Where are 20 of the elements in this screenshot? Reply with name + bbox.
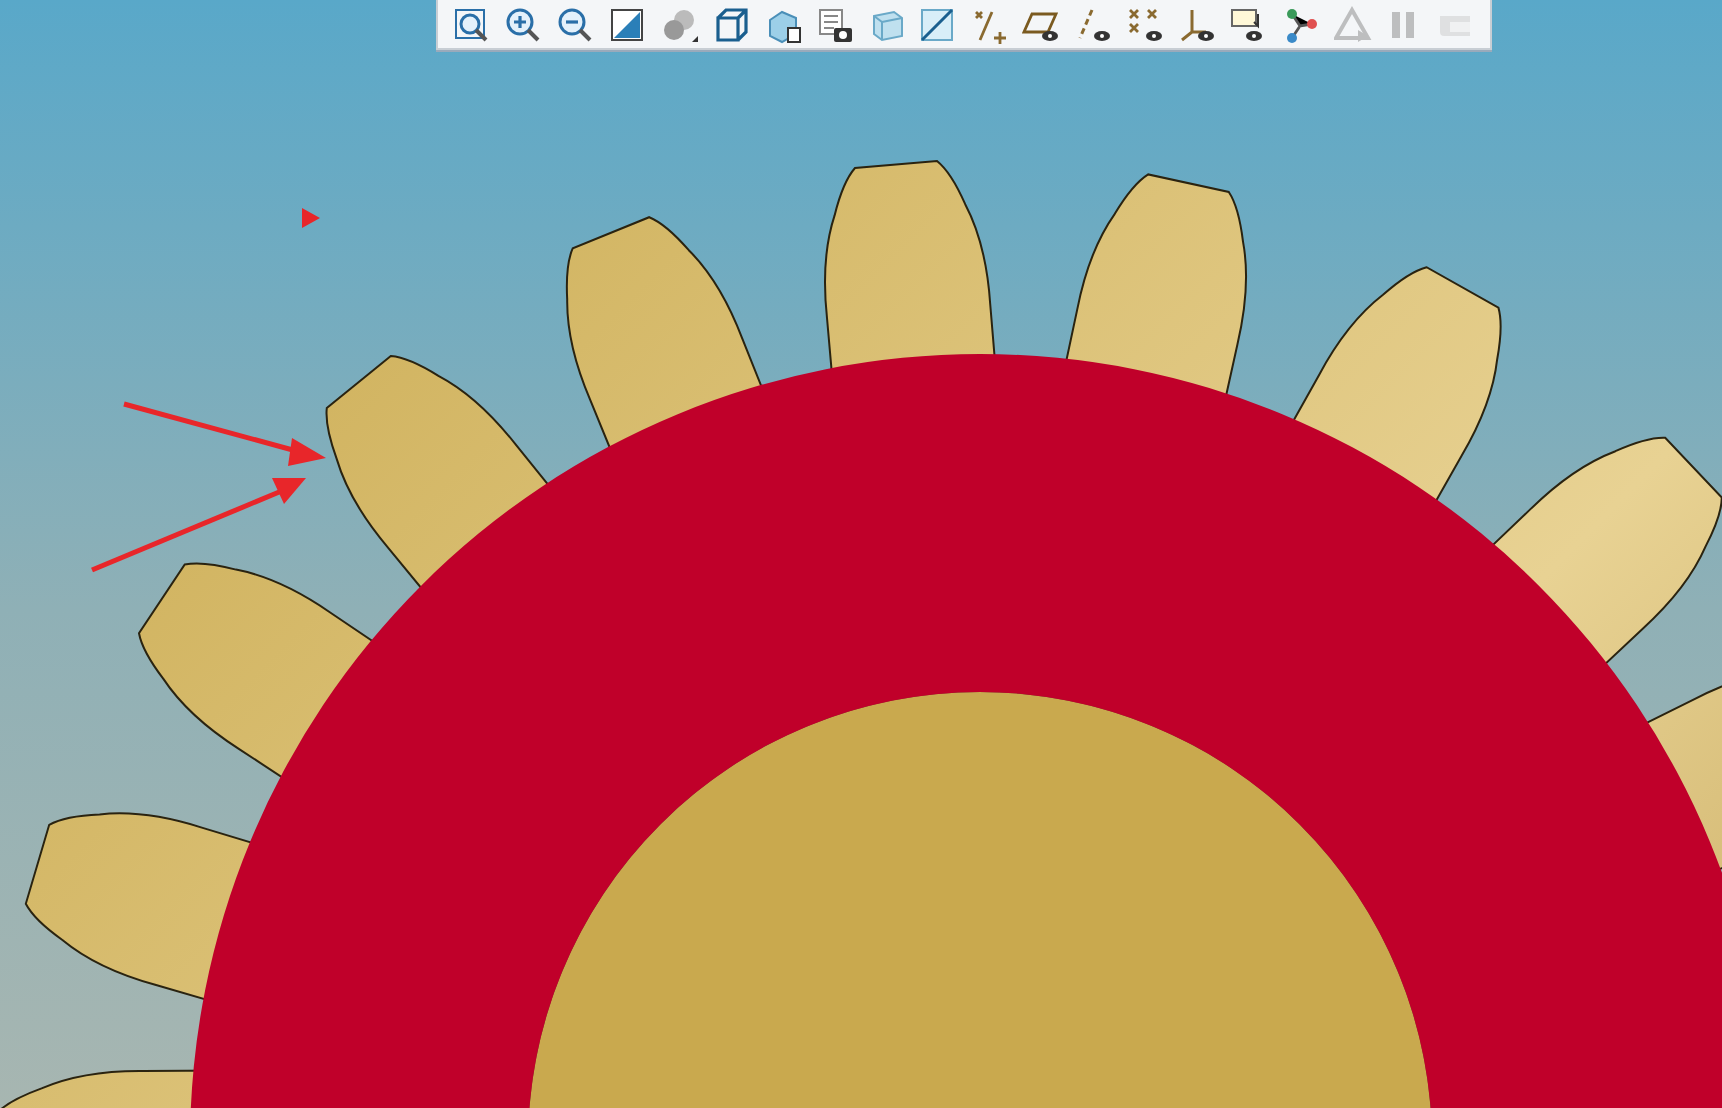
zoom-in-icon	[504, 5, 543, 43]
arrow-icon	[123, 401, 326, 466]
triangle-marker-icon	[302, 208, 320, 228]
square-icon	[608, 5, 647, 43]
magnifier-icon	[452, 5, 491, 43]
note-icon	[1229, 5, 1268, 43]
zoom-out-icon	[556, 5, 595, 43]
cube-icon	[711, 5, 750, 43]
arrow-icon	[91, 478, 306, 573]
nodes-icon	[1281, 5, 1320, 43]
axis-icon	[1074, 5, 1113, 43]
cube-icon	[763, 5, 802, 43]
datum-icon	[970, 5, 1009, 43]
spheres-icon	[660, 5, 698, 43]
points-icon	[1126, 5, 1165, 43]
plane-icon	[918, 5, 957, 43]
box-icon	[867, 5, 906, 43]
triangle-icon	[1333, 5, 1372, 43]
coordinate-icon	[1177, 5, 1216, 43]
camera-icon	[815, 5, 854, 43]
